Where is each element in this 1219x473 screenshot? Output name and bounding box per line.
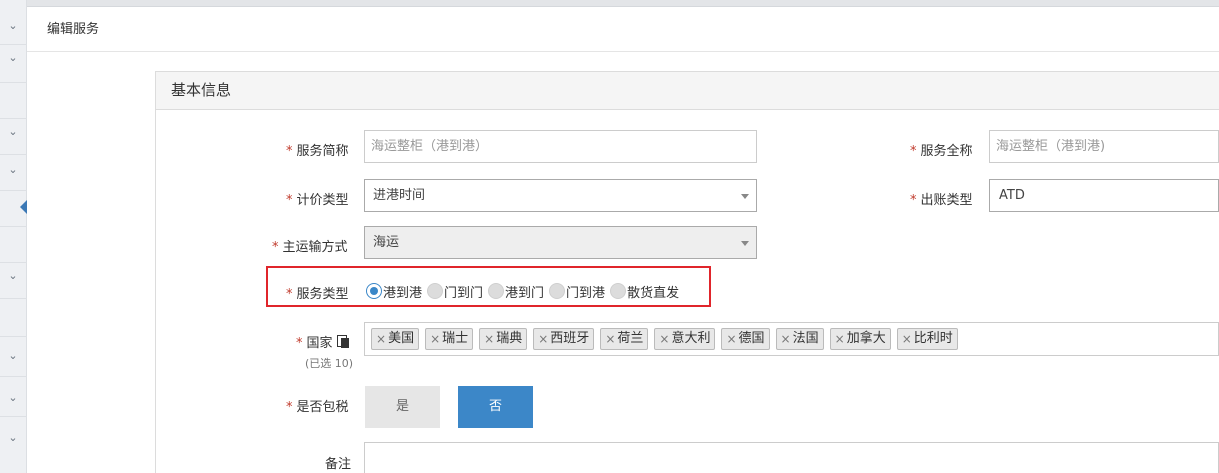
country-tag: × 美国 xyxy=(371,328,420,350)
chevron-down-icon[interactable]: ⌄ xyxy=(7,52,19,64)
divider xyxy=(0,226,27,227)
required-mark: * xyxy=(910,144,917,159)
remove-tag-icon[interactable]: × xyxy=(902,329,912,349)
country-selected-count: (已选 10) xyxy=(305,357,354,370)
chevron-down-icon[interactable]: ⌄ xyxy=(7,20,19,32)
tax-yes-button[interactable]: 是 xyxy=(365,386,440,428)
transport-mode-select: 海运 xyxy=(364,226,757,259)
required-mark: * xyxy=(286,144,293,159)
divider xyxy=(0,154,27,155)
short-name-label: * 服务简称 xyxy=(286,144,349,159)
required-mark: * xyxy=(272,240,279,255)
pricing-type-select[interactable]: 进港时间 xyxy=(364,179,757,212)
tax-no-button[interactable]: 否 xyxy=(458,386,533,428)
divider xyxy=(0,190,27,191)
remove-tag-icon[interactable]: × xyxy=(835,329,845,349)
divider xyxy=(0,118,27,119)
transport-mode-label: * 主运输方式 xyxy=(272,240,348,255)
modal-title: 编辑服务 xyxy=(27,7,1219,52)
divider xyxy=(0,82,27,83)
country-label: * 国家 xyxy=(296,332,349,351)
pricing-type-label: * 计价类型 xyxy=(286,193,349,208)
background-sidebar: ⌄ ⌄ ⌄ ⌄ ⌄ ⌄ ⌄ ⌄ xyxy=(0,0,27,473)
required-mark: * xyxy=(286,400,293,415)
remark-textarea[interactable] xyxy=(364,442,1219,473)
country-tag: × 法国 xyxy=(775,328,824,350)
divider xyxy=(0,298,27,299)
chevron-down-icon[interactable]: ⌄ xyxy=(7,126,19,138)
required-mark: * xyxy=(910,193,917,208)
caret-down-icon xyxy=(741,194,749,199)
chevron-down-icon[interactable]: ⌄ xyxy=(7,164,19,176)
pricing-type-value: 进港时间 xyxy=(373,188,426,203)
country-tag: × 意大利 xyxy=(654,328,716,350)
required-mark: * xyxy=(296,336,303,351)
chevron-down-icon[interactable]: ⌄ xyxy=(7,350,19,362)
country-multiselect[interactable]: × 美国 × 瑞士 × 瑞典 × 西班牙 × 荷兰 × 意大利 × 德国 × 法国 × 加拿大 ×… xyxy=(364,322,1219,356)
remove-tag-icon[interactable]: × xyxy=(781,329,791,349)
highlight-box xyxy=(266,266,711,307)
full-name-input[interactable]: 海运整柜（港到港) xyxy=(989,130,1219,163)
remove-tag-icon[interactable]: × xyxy=(484,329,494,349)
remove-tag-icon[interactable]: × xyxy=(430,329,440,349)
tax-included-label: * 是否包税 xyxy=(286,400,349,415)
copy-icon[interactable] xyxy=(336,335,349,348)
remove-tag-icon[interactable]: × xyxy=(605,329,615,349)
required-mark: * xyxy=(286,193,293,208)
divider xyxy=(0,262,27,263)
country-tag: × 加拿大 xyxy=(829,328,891,350)
caret-down-icon xyxy=(741,241,749,246)
country-tag: × 瑞士 xyxy=(425,328,474,350)
remove-tag-icon[interactable]: × xyxy=(376,329,386,349)
chevron-down-icon[interactable]: ⌄ xyxy=(7,432,19,444)
transport-mode-value: 海运 xyxy=(373,235,400,250)
country-tag: × 比利时 xyxy=(896,328,958,350)
chevron-down-icon[interactable]: ⌄ xyxy=(7,392,19,404)
country-tag: × 德国 xyxy=(721,328,770,350)
background-topbar xyxy=(27,0,1219,7)
country-tag: × 瑞典 xyxy=(479,328,528,350)
billing-type-label: * 出账类型 xyxy=(910,193,973,208)
full-name-label: * 服务全称 xyxy=(910,144,973,159)
short-name-input[interactable]: 海运整柜（港到港） xyxy=(364,130,757,163)
country-tag: × 荷兰 xyxy=(600,328,649,350)
divider xyxy=(0,416,27,417)
remove-tag-icon[interactable]: × xyxy=(538,329,548,349)
divider xyxy=(0,44,27,45)
billing-type-select[interactable]: ATD xyxy=(989,179,1219,212)
remark-label: 备注 xyxy=(325,457,352,472)
chevron-down-icon[interactable]: ⌄ xyxy=(7,270,19,282)
active-indicator xyxy=(20,200,27,214)
country-tag: × 西班牙 xyxy=(533,328,595,350)
divider xyxy=(0,336,27,337)
billing-type-value: ATD xyxy=(999,188,1025,203)
divider xyxy=(0,376,27,377)
remove-tag-icon[interactable]: × xyxy=(726,329,736,349)
remove-tag-icon[interactable]: × xyxy=(659,329,669,349)
panel-heading: 基本信息 xyxy=(156,72,1219,110)
